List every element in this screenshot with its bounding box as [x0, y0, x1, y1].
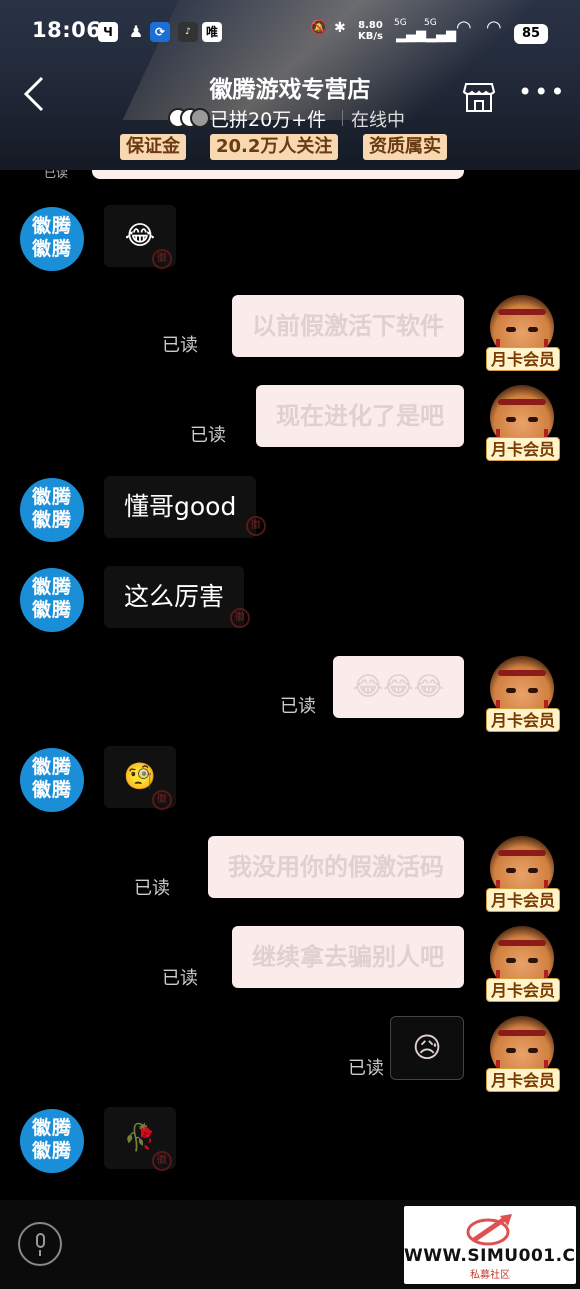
- shop-avatar[interactable]: 徽腾 徽腾: [20, 748, 84, 812]
- signal-label-1: 5G: [394, 18, 407, 28]
- user-avatar[interactable]: 月卡会员: [486, 295, 560, 371]
- message-bubble-incoming[interactable]: 这么厉害: [104, 566, 245, 628]
- net-speed-value: 8.80: [358, 20, 383, 31]
- net-speed-unit: KB/s: [358, 31, 383, 42]
- read-status: 已读: [190, 425, 226, 446]
- app-icon-2: 唯: [202, 22, 222, 42]
- wifi-icon-2: ◠: [486, 17, 502, 38]
- shop-avatar-text: 徽腾: [31, 756, 72, 778]
- user-avatar[interactable]: 月卡会员: [486, 1016, 560, 1092]
- shop-avatar-text: 徽腾: [31, 576, 72, 598]
- message-text: 😂: [124, 221, 156, 251]
- chat-header: 18:06 Ч ♟ ⟳ ♪ 唯 🔕 ✱ 8.80 KB/s 5G ▂▄▆ 5G …: [0, 0, 580, 170]
- shop-avatar-text: 徽腾: [31, 486, 72, 508]
- buyer-avatar: [190, 108, 210, 128]
- user-avatar[interactable]: 月卡会员: [486, 385, 560, 461]
- message-text: 🧐: [123, 762, 157, 792]
- message-bubble-outgoing[interactable]: 😂😂😂: [332, 656, 464, 718]
- douyin-icon: ♪: [178, 22, 198, 42]
- store-subtitle: 已拼20万+件 在线中: [0, 104, 580, 131]
- seal-stamp: 徽: [152, 790, 172, 810]
- shop-avatar-text: 徽腾: [31, 1117, 72, 1139]
- message-text: 😥: [412, 1031, 442, 1064]
- seal-stamp: 徽: [152, 1151, 172, 1171]
- user-avatar[interactable]: 月卡会员: [486, 926, 560, 1002]
- microphone-icon[interactable]: [18, 1222, 62, 1266]
- message-text: 懂哥good: [124, 492, 237, 521]
- shop-avatar-text: 徽腾: [31, 509, 72, 531]
- badge-deposit[interactable]: 保证金: [120, 134, 186, 160]
- signal-label-2: 5G: [424, 18, 437, 28]
- read-status: 已读: [134, 878, 170, 899]
- divider: [342, 110, 343, 126]
- member-badge: 月卡会员: [486, 437, 560, 461]
- member-badge: 月卡会员: [486, 708, 560, 732]
- member-badge: 月卡会员: [486, 347, 560, 371]
- member-badge: 月卡会员: [486, 1068, 560, 1092]
- qq-icon: ♟: [128, 22, 144, 41]
- message-text: 这么厉害: [124, 582, 225, 611]
- app-icon: ⟳: [150, 22, 170, 42]
- status-bar: 18:06 Ч ♟ ⟳ ♪ 唯 🔕 ✱ 8.80 KB/s 5G ▂▄▆ 5G …: [0, 14, 580, 50]
- read-status: 已读: [162, 968, 198, 989]
- badge-verified[interactable]: 资质属实: [363, 134, 447, 160]
- user-avatar[interactable]: 月卡会员: [486, 836, 560, 912]
- input-bar: WWW.SIMU001.CN 私募社区: [0, 1200, 580, 1289]
- member-badge: 月卡会员: [486, 978, 560, 1002]
- message-text: 继续拿去骗别人吧: [252, 943, 444, 971]
- message-text: 😂😂😂: [352, 672, 444, 702]
- shop-avatar-text: 徽腾: [31, 599, 72, 621]
- user-avatar[interactable]: 月卡会员: [486, 656, 560, 732]
- message-bubble-outgoing[interactable]: 继续拿去骗别人吧: [232, 926, 464, 988]
- message-bubble-incoming[interactable]: 懂哥good: [104, 476, 257, 538]
- read-status: 已读: [44, 170, 69, 180]
- shop-avatar[interactable]: 徽腾 徽腾: [20, 1109, 84, 1173]
- read-status: 已读: [348, 1058, 384, 1079]
- read-status: 已读: [280, 696, 316, 717]
- store-badges: 保证金 20.2万人关注 资质属实: [0, 134, 580, 162]
- message-list[interactable]: 已读 徽腾 徽腾 😂 徽 已读 以前假激活下软件 月卡会员 已读 现在进化了是吧: [0, 170, 580, 1200]
- app-notification-icon: Ч: [98, 22, 118, 42]
- shop-avatar[interactable]: 徽腾 徽腾: [20, 478, 84, 542]
- member-badge: 月卡会员: [486, 888, 560, 912]
- watermark-emblem-icon: [466, 1214, 512, 1246]
- message-text: 我没用你的假激活码: [228, 853, 444, 881]
- message-bubble-outgoing[interactable]: 我没用你的假激活码: [208, 836, 464, 898]
- watermark-logo: WWW.SIMU001.CN 私募社区: [404, 1206, 580, 1284]
- badge-followers[interactable]: 20.2万人关注: [210, 134, 339, 160]
- shop-avatar-text: 徽腾: [31, 238, 72, 260]
- battery-indicator: 85: [514, 24, 548, 44]
- signal-icon: ▂▄▆: [396, 28, 426, 43]
- buyer-avatars: [168, 108, 210, 128]
- message-text: 🥀: [123, 1123, 157, 1153]
- shop-avatar[interactable]: 徽腾 徽腾: [20, 207, 84, 271]
- mute-icon: 🔕: [310, 20, 328, 36]
- shop-avatar-text: 徽腾: [31, 1140, 72, 1162]
- seal-stamp: 徽: [246, 516, 266, 536]
- signal-icon-2: ▂▄▆: [426, 28, 456, 43]
- message-text: 以前假激活下软件: [252, 312, 444, 340]
- seal-stamp: 徽: [230, 608, 250, 628]
- read-status: 已读: [162, 335, 198, 356]
- more-icon[interactable]: •••: [518, 80, 564, 106]
- seal-stamp: 徽: [152, 249, 172, 269]
- online-status: 在线中: [351, 110, 405, 131]
- sold-count: 已拼20万+件: [210, 109, 327, 131]
- bluetooth-icon: ✱: [334, 20, 346, 36]
- message-bubble-outgoing[interactable]: [92, 170, 464, 179]
- watermark-url: WWW.SIMU001.CN: [404, 1246, 580, 1266]
- watermark-subtitle: 私募社区: [470, 1270, 510, 1281]
- shop-avatar-text: 徽腾: [31, 779, 72, 801]
- message-bubble-outgoing[interactable]: 现在进化了是吧: [256, 385, 464, 447]
- shop-avatar[interactable]: 徽腾 徽腾: [20, 568, 84, 632]
- shop-avatar-text: 徽腾: [31, 215, 72, 237]
- message-text: 现在进化了是吧: [276, 402, 444, 430]
- clock: 18:06: [32, 18, 102, 42]
- message-bubble-outgoing[interactable]: 以前假激活下软件: [232, 295, 464, 357]
- wifi-icon: ◠: [456, 17, 472, 38]
- network-speed: 8.80 KB/s: [358, 20, 383, 42]
- message-bubble-outgoing[interactable]: 😥: [390, 1016, 464, 1080]
